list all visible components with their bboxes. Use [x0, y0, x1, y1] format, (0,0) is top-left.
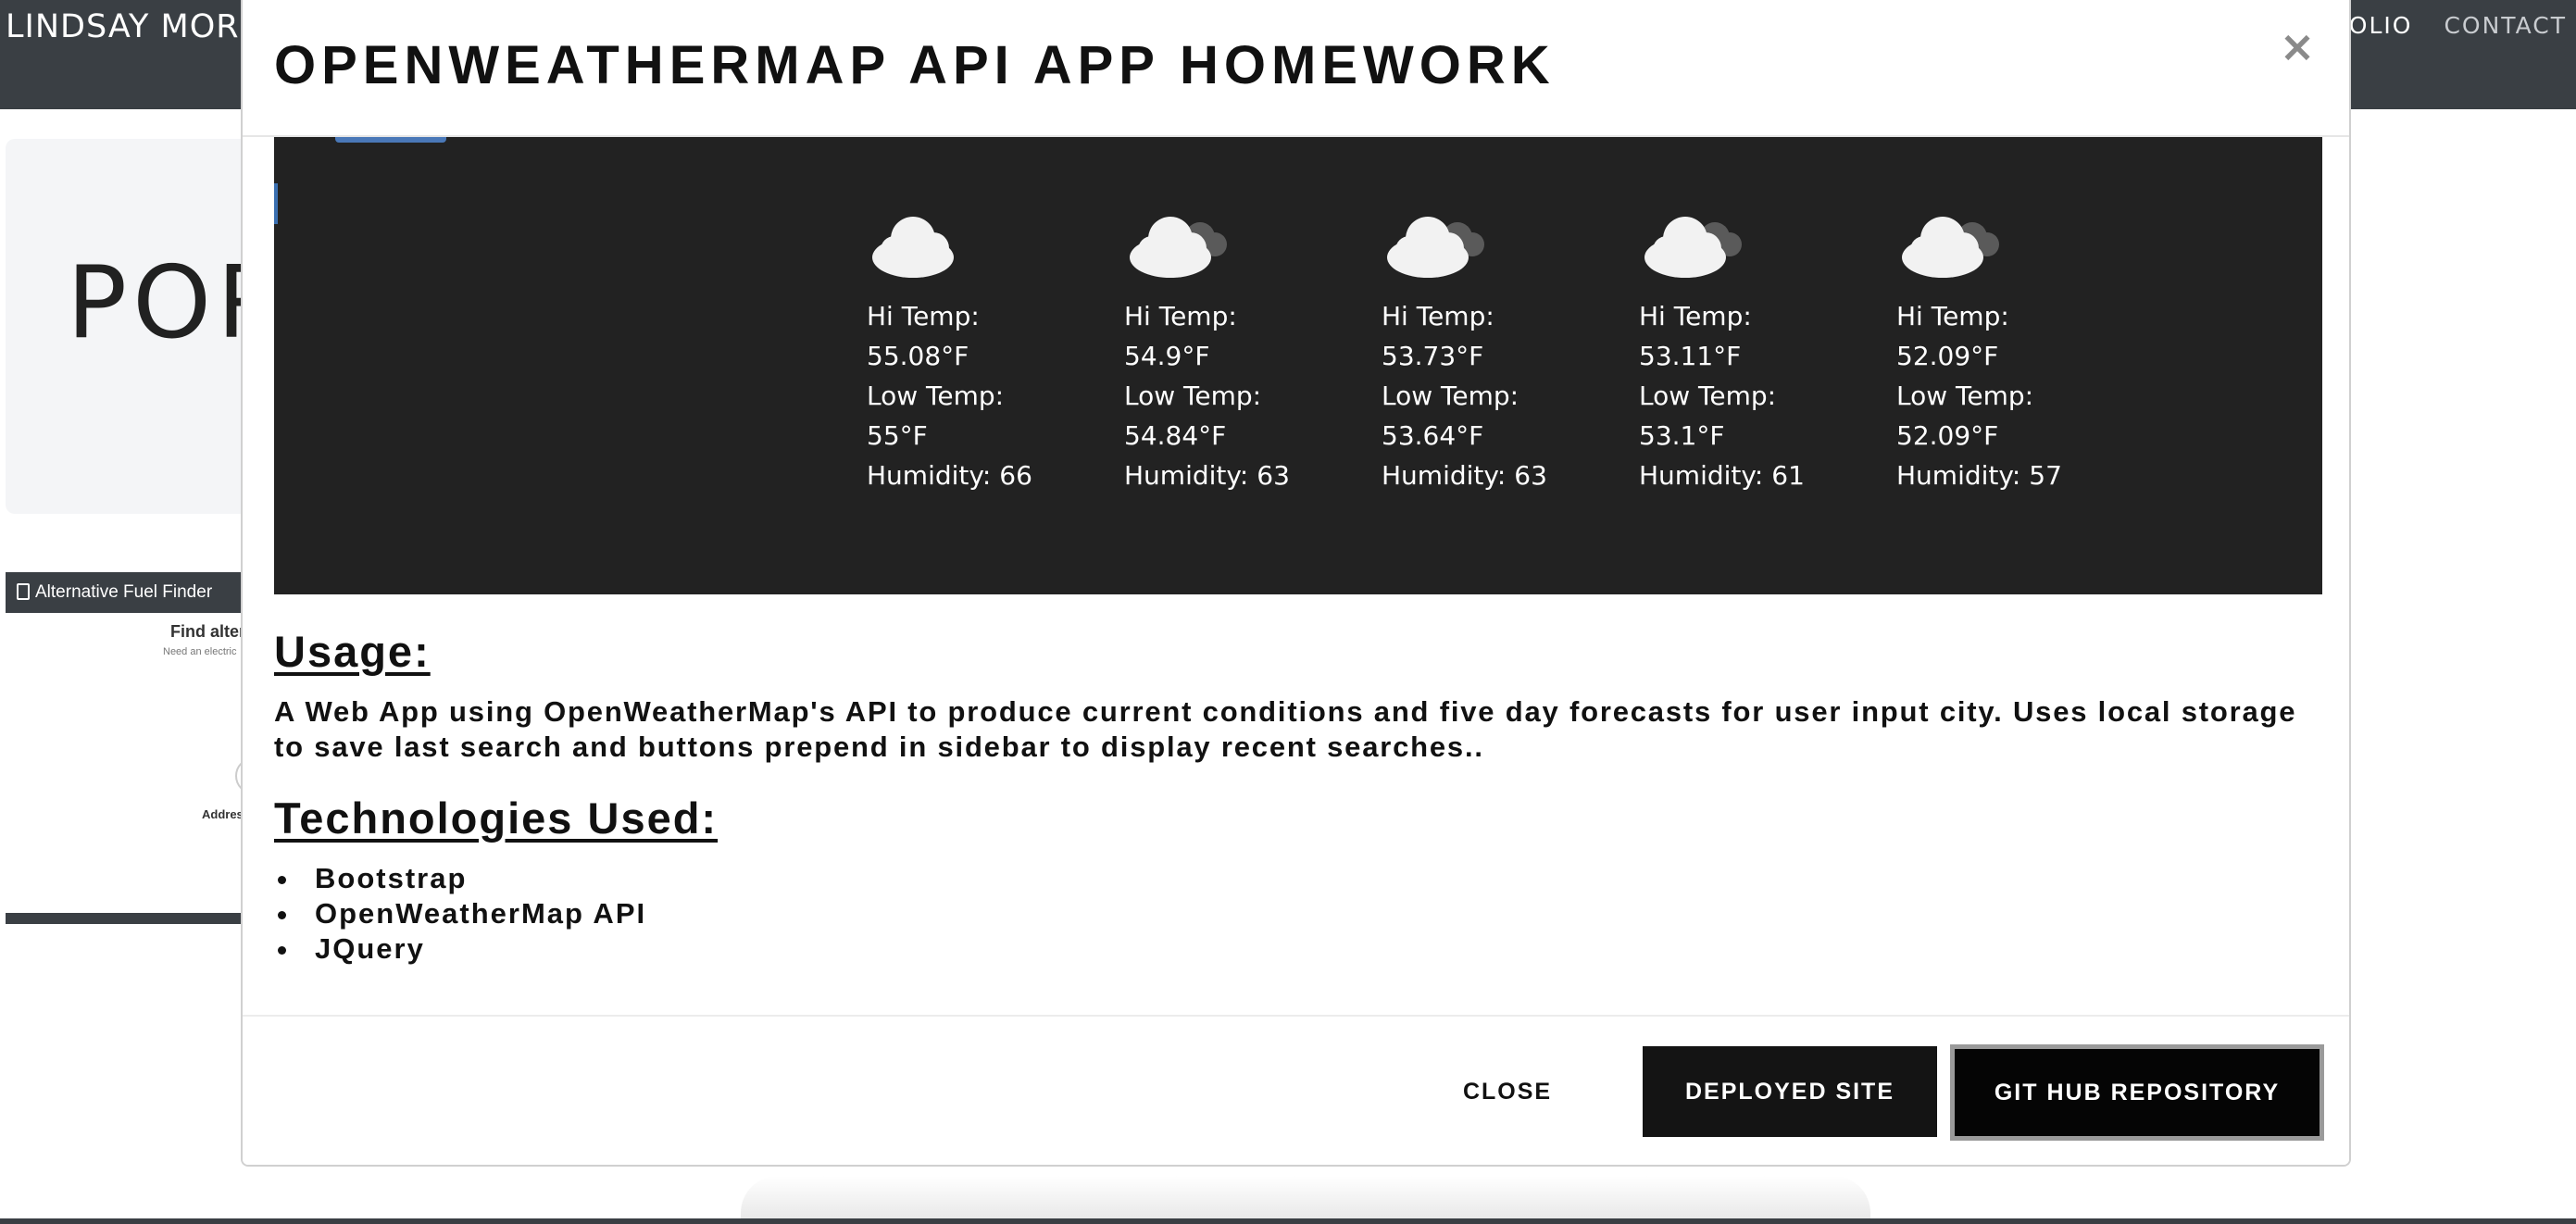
usage-description: A Web App using OpenWeatherMap's API to …	[274, 695, 2297, 763]
hi-temp-value: 54.9°F	[1124, 341, 1210, 371]
modal-title: OPENWEATHERMAP API APP HOMEWORK	[274, 35, 1556, 95]
bullet	[278, 876, 286, 884]
nav-link-contact[interactable]: CONTACT	[2444, 9, 2567, 43]
broken-clouds-icon	[1124, 185, 1337, 296]
technology-name: Bootstrap	[315, 862, 468, 894]
hi-temp-value: 53.11°F	[1639, 341, 1742, 371]
low-temp-label: Low Temp:	[1124, 381, 1262, 411]
low-temp-value: 53.64°F	[1382, 420, 1484, 451]
humidity: Humidity: 57	[1896, 460, 2062, 491]
github-repository-button[interactable]: GIT HUB REPOSITORY	[1950, 1044, 2324, 1141]
hi-temp-value: 52.09°F	[1896, 341, 1999, 371]
low-temp-label: Low Temp:	[1896, 381, 2034, 411]
usage-heading: Usage:	[274, 627, 431, 676]
low-temp-label: Low Temp:	[867, 381, 1005, 411]
hi-temp-label: Hi Temp:	[1896, 301, 2009, 331]
forecast-day: Hi Temp: 54.9°F Low Temp: 54.84°F Humidi…	[1124, 185, 1337, 495]
low-temp-value: 53.1°F	[1639, 420, 1725, 451]
nav-links: FOLIO CONTACT	[2333, 9, 2576, 43]
five-day-forecast: Hi Temp: 55.08°F Low Temp: 55°F Humidity…	[274, 137, 2322, 594]
technologies-heading: Technologies Used:	[274, 793, 719, 843]
low-temp-value: 54.84°F	[1124, 420, 1227, 451]
forecast-day: Hi Temp: 53.73°F Low Temp: 53.64°F Humid…	[1382, 185, 1594, 495]
broken-clouds-icon	[1639, 185, 1852, 296]
technology-name: JQuery	[315, 932, 425, 965]
hi-temp-label: Hi Temp:	[1124, 301, 1237, 331]
hi-temp-value: 53.73°F	[1382, 341, 1484, 371]
broken-clouds-icon	[1382, 185, 1594, 296]
project-modal: OPENWEATHERMAP API APP HOMEWORK × Hi Tem…	[241, 0, 2351, 1167]
page-shadow	[741, 1176, 1870, 1218]
hi-temp-label: Hi Temp:	[867, 301, 980, 331]
broken-clouds-icon	[1896, 185, 2109, 296]
deployed-site-button[interactable]: DEPLOYED SITE	[1643, 1046, 1937, 1137]
hi-temp-label: Hi Temp:	[1382, 301, 1494, 331]
thumbnail-subtext: Need an electric	[163, 646, 237, 657]
brand-name[interactable]: LINDSAY MOR	[6, 4, 240, 50]
forecast-day: Hi Temp: 55.08°F Low Temp: 55°F Humidity…	[867, 185, 1080, 495]
modal-header: OPENWEATHERMAP API APP HOMEWORK ×	[243, 0, 2349, 137]
humidity: Humidity: 66	[867, 460, 1032, 491]
humidity: Humidity: 61	[1639, 460, 1805, 491]
close-icon[interactable]: ×	[2277, 25, 2318, 68]
forecast-day: Hi Temp: 53.11°F Low Temp: 53.1°F Humidi…	[1639, 185, 1852, 495]
thumbnail-address-label: Addres	[202, 807, 244, 821]
low-temp-label: Low Temp:	[1382, 381, 1519, 411]
bullet	[278, 946, 286, 955]
cloud-icon	[867, 185, 1080, 296]
low-temp-value: 55°F	[867, 420, 928, 451]
humidity: Humidity: 63	[1124, 460, 1290, 491]
low-temp-label: Low Temp:	[1639, 381, 1777, 411]
modal-footer: CLOSE DEPLOYED SITE GIT HUB REPOSITORY	[243, 1015, 2349, 1165]
hi-temp-value: 55.08°F	[867, 341, 969, 371]
list-item: Bootstrap	[274, 861, 646, 896]
bullet	[278, 911, 286, 919]
forecast-day: Hi Temp: 52.09°F Low Temp: 52.09°F Humid…	[1896, 185, 2109, 495]
close-button[interactable]: CLOSE	[1443, 1046, 1572, 1137]
thumbnail-app-name: Alternative Fuel Finder	[35, 582, 213, 602]
list-item: OpenWeatherMap API	[274, 896, 646, 931]
low-temp-value: 52.09°F	[1896, 420, 1999, 451]
app-screenshot: Hi Temp: 55.08°F Low Temp: 55°F Humidity…	[274, 137, 2322, 594]
modal-body: Hi Temp: 55.08°F Low Temp: 55°F Humidity…	[274, 137, 2322, 1007]
technologies-list: Bootstrap OpenWeatherMap API JQuery	[274, 861, 646, 967]
hi-temp-label: Hi Temp:	[1639, 301, 1752, 331]
list-item: JQuery	[274, 931, 646, 967]
technology-name: OpenWeatherMap API	[315, 897, 647, 930]
page-bottom-strip	[0, 1218, 2576, 1224]
thumbnail-heading: Find alter	[170, 622, 246, 641]
humidity: Humidity: 63	[1382, 460, 1547, 491]
fuel-pump-icon	[17, 583, 30, 600]
